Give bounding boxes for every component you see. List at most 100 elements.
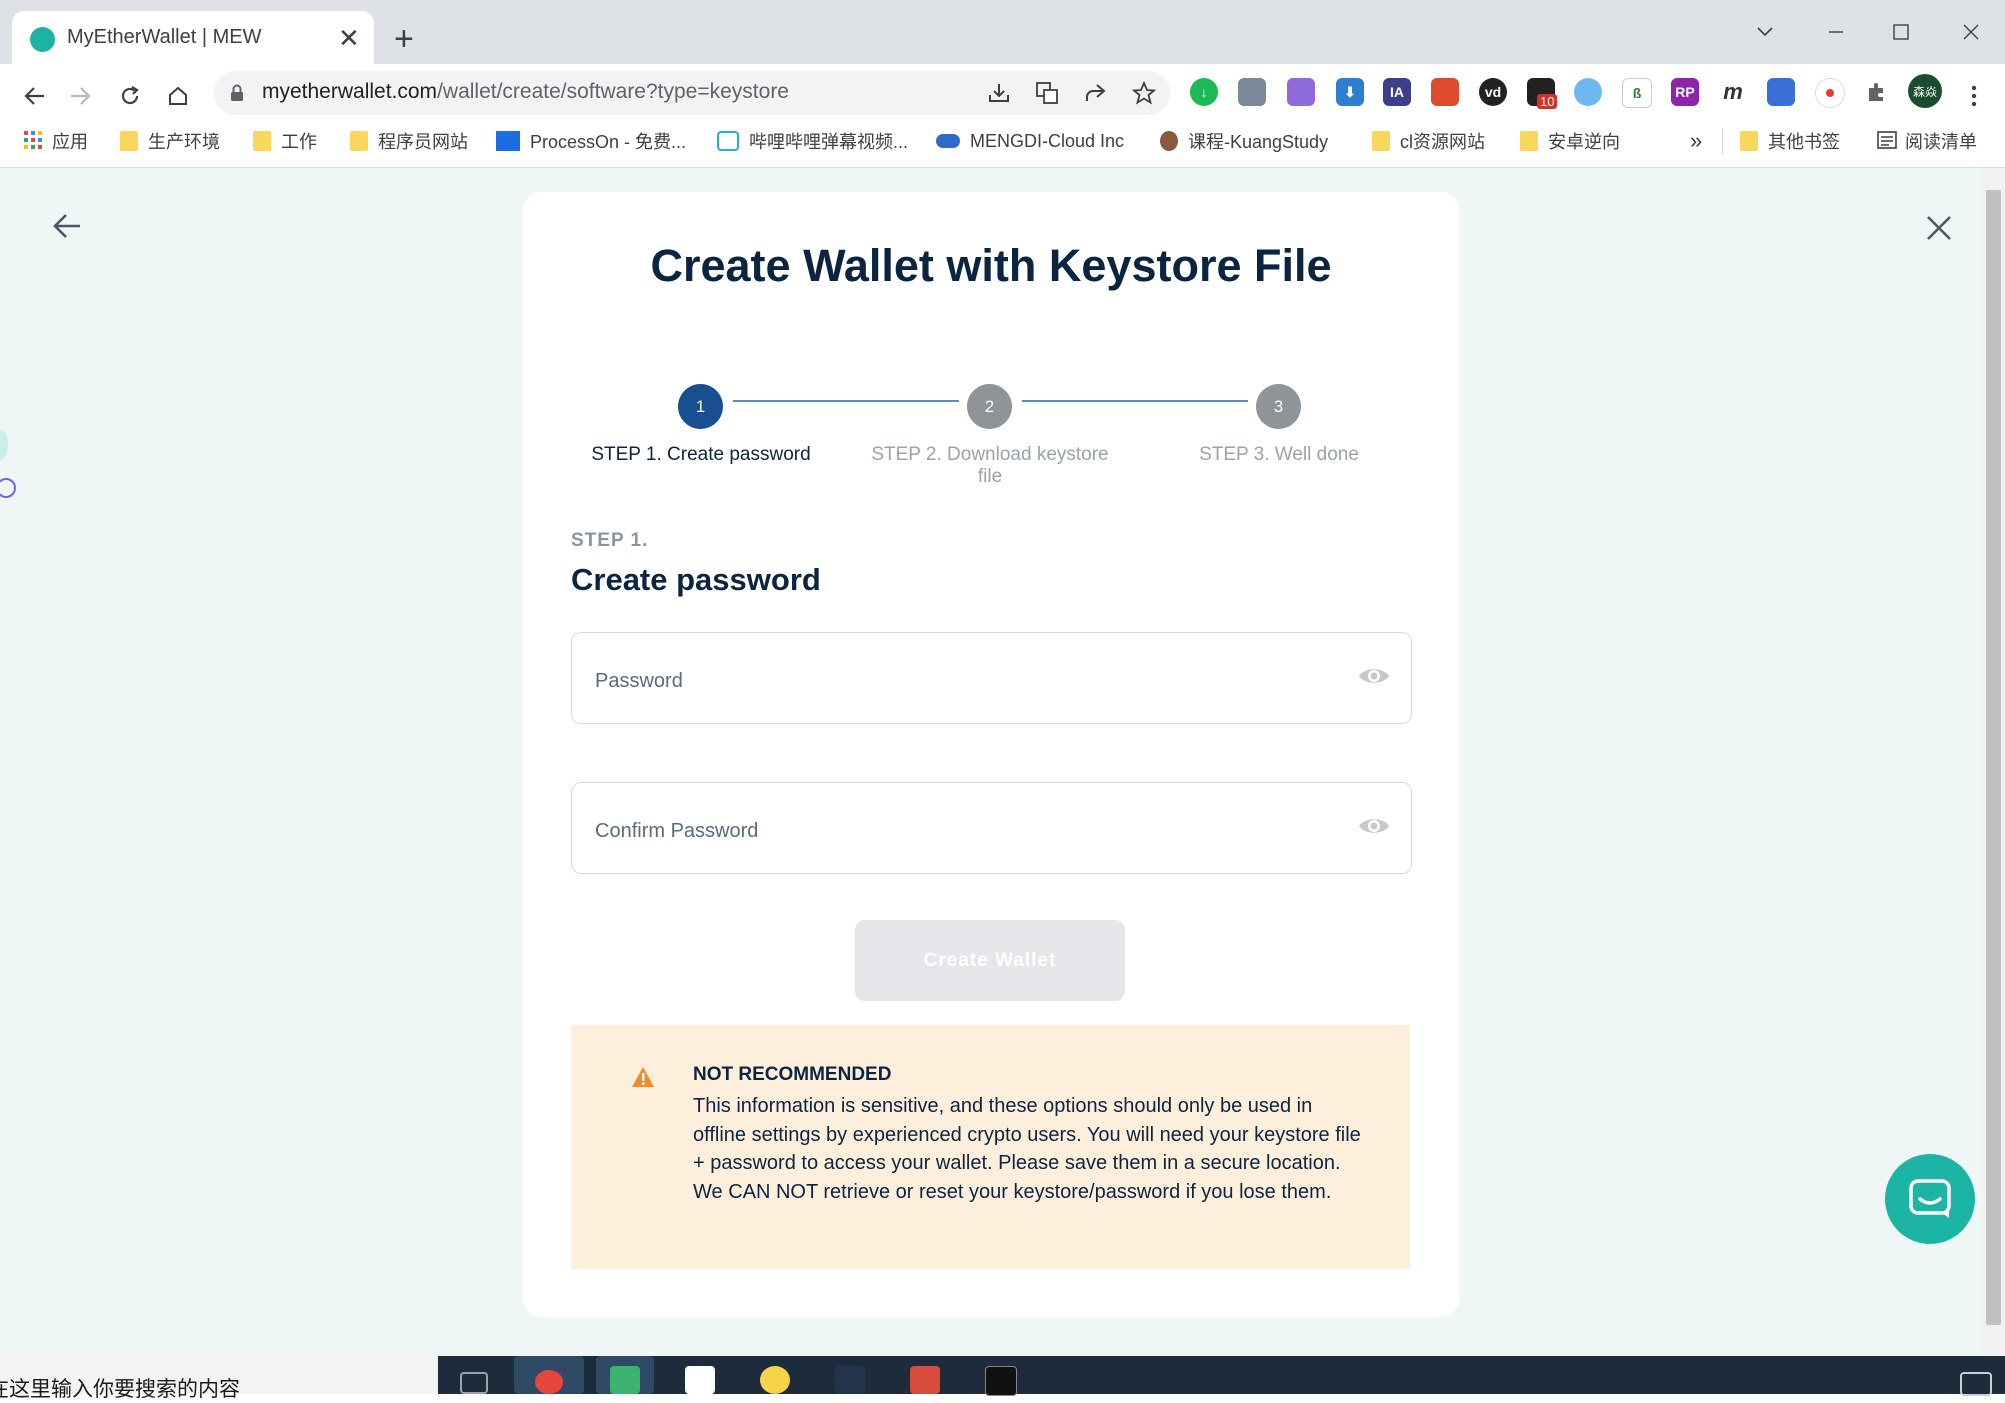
password-field[interactable] [571, 632, 1412, 724]
music-app-icon [610, 1366, 640, 1394]
folder-icon [1520, 131, 1538, 151]
bookmark-label: 安卓逆向 [1548, 132, 1620, 152]
cloud-icon [936, 134, 960, 148]
step-1-label: STEP 1. Create password [591, 444, 811, 465]
processon-icon [496, 131, 520, 151]
forward-icon[interactable] [63, 78, 99, 114]
taskbar-search-text: 在这里输入你要搜索的内容 [0, 1378, 240, 1401]
maximize-button[interactable] [1881, 14, 1921, 50]
back-arrow-icon[interactable] [52, 212, 82, 240]
xmind-icon[interactable] [910, 1366, 940, 1394]
step-3-label: STEP 3. Well done [1199, 444, 1359, 465]
folder-icon [120, 131, 138, 151]
lock-icon[interactable] [230, 84, 244, 102]
hex-extension-icon[interactable] [1767, 78, 1795, 106]
reading-list-icon [1877, 131, 1897, 151]
chrome-icon [535, 1370, 563, 1394]
bookmark-label: 应用 [52, 132, 88, 152]
bookmark-folder[interactable]: 生产环境 [120, 128, 220, 154]
typora-icon[interactable] [685, 1366, 715, 1394]
close-icon[interactable] [1926, 215, 1952, 241]
bookmark-label: MENGDI-Cloud Inc [970, 130, 1125, 151]
show-confirm-password-eye-icon[interactable] [1357, 814, 1391, 838]
cube-extension-icon[interactable] [1431, 78, 1459, 106]
step-3-circle: 3 [1256, 384, 1301, 429]
back-icon[interactable] [16, 78, 52, 114]
task-view-icon[interactable] [460, 1372, 488, 1394]
show-password-eye-icon[interactable] [1357, 664, 1391, 688]
translate-icon[interactable] [1034, 80, 1060, 106]
share-icon[interactable] [1082, 80, 1108, 106]
tab-close-button[interactable]: ✕ [338, 25, 360, 51]
bookmark-other-folder[interactable]: 其他书签 [1740, 128, 1840, 154]
notification-icon[interactable] [1960, 1372, 1992, 1396]
chat-icon [1909, 1179, 1951, 1219]
bookmark-folder[interactable]: 程序员网站 [350, 128, 468, 154]
new-tab-button[interactable]: + [394, 22, 414, 56]
bookmark-link[interactable]: ProcessOn - 免费... [496, 128, 686, 154]
bookmarks-divider [1722, 128, 1723, 154]
bookmark-folder[interactable]: cl资源网站 [1372, 128, 1485, 154]
bookmarks-overflow-button[interactable]: » [1690, 128, 1702, 154]
folder-icon [1740, 131, 1758, 151]
bookmark-apps[interactable]: 应用 [24, 128, 88, 154]
minimize-button[interactable] [1816, 14, 1856, 50]
reload-icon[interactable] [112, 78, 148, 114]
note-extension-icon[interactable] [1287, 78, 1315, 106]
kuang-avatar-icon [1160, 131, 1178, 151]
support-chat-button[interactable] [1885, 1154, 1975, 1244]
section-title: Create password [571, 562, 821, 597]
bookmark-label: 生产环境 [148, 132, 220, 152]
bookmark-link[interactable]: MENGDI-Cloud Inc [936, 128, 1124, 154]
puzzle-extensions-icon[interactable] [1863, 78, 1891, 106]
vd-extension-icon[interactable]: vd [1479, 78, 1507, 106]
bookmark-label: 程序员网站 [378, 132, 468, 152]
bookmark-label: cl资源网站 [1400, 132, 1485, 152]
tab-search-icon[interactable] [1745, 14, 1785, 50]
browser-menu-icon[interactable] [1956, 78, 1992, 114]
downloader-extension-icon[interactable]: ⬇ [1336, 78, 1364, 106]
step-2-label: STEP 2. Download keystore file [871, 444, 1109, 487]
step-connector [1022, 400, 1248, 402]
password-placeholder: Password [595, 670, 683, 692]
folder-icon [1372, 131, 1390, 151]
create-wallet-button[interactable]: Create Wallet [855, 920, 1125, 1001]
cat-app-icon[interactable] [835, 1366, 865, 1394]
scrollbar-thumb[interactable] [1986, 190, 2001, 1325]
globe-extension-icon[interactable] [1574, 78, 1602, 106]
step-kicker: STEP 1. [571, 530, 649, 551]
bookmark-link[interactable]: 哔哩哔哩弹幕视频... [717, 128, 908, 154]
terminal-icon[interactable] [985, 1366, 1017, 1396]
rp-extension-icon[interactable]: RP [1671, 78, 1699, 106]
install-app-icon[interactable] [986, 80, 1012, 106]
bookmark-label: 课程-KuangStudy [1188, 132, 1329, 152]
bookmark-star-icon[interactable] [1131, 80, 1157, 106]
record-extension-icon[interactable] [1815, 78, 1845, 108]
home-icon[interactable] [160, 78, 196, 114]
url-text[interactable]: myetherwallet.com/wallet/create/software… [262, 80, 789, 104]
m-extension-icon[interactable]: m [1719, 78, 1747, 106]
confirm-password-placeholder: Confirm Password [595, 820, 759, 842]
bookmark-folder[interactable]: 工作 [253, 128, 317, 154]
profile-avatar[interactable]: 森焱 [1908, 74, 1942, 108]
bookmark-label: 阅读清单 [1905, 132, 1977, 152]
leaf-extension-icon[interactable]: ß [1622, 78, 1652, 108]
extension-badge: 10 [1537, 94, 1558, 109]
tab-title: MyEtherWallet | MEW [67, 26, 262, 48]
apps-grid-icon [24, 131, 42, 151]
ia-extension-icon[interactable]: IA [1383, 78, 1411, 106]
bilibili-icon [717, 131, 739, 151]
page-title: Create Wallet with Keystore File [650, 240, 1332, 291]
reading-list-button[interactable]: 阅读清单 [1877, 128, 1977, 154]
download-extension-icon[interactable]: ↓ [1190, 78, 1218, 106]
bookmark-folder[interactable]: 安卓逆向 [1520, 128, 1620, 154]
step-2-circle: 2 [967, 384, 1012, 429]
step-connector [733, 400, 959, 402]
close-window-button[interactable] [1951, 14, 1991, 50]
image-extension-icon[interactable] [1238, 78, 1266, 106]
star-app-icon[interactable] [760, 1366, 790, 1394]
bookmark-label: 其他书签 [1768, 132, 1840, 152]
bookmark-link[interactable]: 课程-KuangStudy [1160, 128, 1328, 154]
alert-body: This information is sensitive, and these… [693, 1095, 1361, 1203]
url-path: /wallet/create/software?type=keystore [437, 80, 789, 103]
